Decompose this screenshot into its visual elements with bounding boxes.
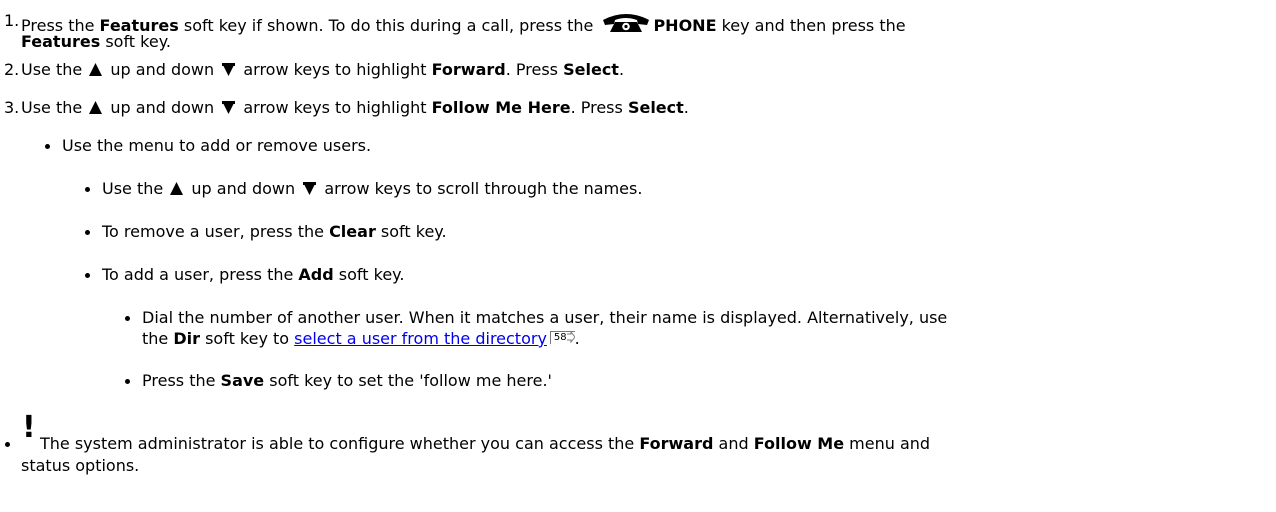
forward-label: Forward [639, 434, 714, 453]
bullet-dot [5, 442, 10, 447]
follow-me-label: Follow Me [753, 434, 845, 453]
note-line-2: status options. [21, 456, 140, 475]
bullet-dot [125, 316, 130, 321]
bullet-dot [85, 230, 90, 235]
save-label: Save [220, 371, 265, 390]
step-number: 3. [4, 98, 20, 117]
bullet-dot [125, 379, 130, 384]
dir-label: Dir [173, 329, 200, 348]
phone-icon [601, 11, 651, 38]
up-arrow-icon [89, 99, 103, 119]
select-label: Select [627, 98, 684, 117]
dial-instruction-line-2: the Dir soft key to select a user from t… [142, 329, 580, 348]
down-arrow-icon [222, 61, 236, 81]
up-arrow-icon [89, 61, 103, 81]
add-instruction: To add a user, press the Add soft key. [102, 265, 405, 284]
document-page: 1. Press the Features soft key if shown.… [0, 0, 1276, 512]
page-ref-arrow-icon [566, 332, 575, 344]
menu-instruction: Use the menu to add or remove users. [62, 136, 372, 155]
features-label: Features [21, 32, 101, 51]
bullet-dot [85, 187, 90, 192]
page-reference[interactable]: 58 [549, 331, 575, 344]
step-number: 2. [4, 60, 20, 79]
note-line-1: The system administrator is able to conf… [40, 434, 931, 453]
forward-label: Forward [431, 60, 506, 79]
down-arrow-icon [303, 180, 317, 200]
step-number: 1. [4, 11, 20, 30]
step-1-line-2: Features soft key. [21, 32, 171, 51]
exclamation-icon: ! [22, 410, 36, 445]
clear-label: Clear [329, 222, 376, 241]
step-3-text: Use the up and down arrow keys to highli… [21, 98, 689, 119]
save-instruction: Press the Save soft key to set the 'foll… [142, 371, 552, 390]
bullet-dot [85, 273, 90, 278]
directory-link[interactable]: select a user from the directory [294, 329, 547, 348]
step-2-text: Use the up and down arrow keys to highli… [21, 60, 625, 81]
remove-instruction: To remove a user, press the Clear soft k… [102, 222, 447, 241]
select-label: Select [563, 60, 619, 79]
scroll-instruction: Use the up and down arrow keys to scroll… [102, 179, 643, 200]
down-arrow-icon [222, 99, 236, 119]
bullet-dot [45, 144, 50, 149]
follow-me-here-label: Follow Me Here [431, 98, 571, 117]
dial-instruction-line-1: Dial the number of another user. When it… [142, 308, 948, 327]
add-label: Add [298, 265, 334, 284]
up-arrow-icon [170, 180, 184, 200]
phone-key-label: PHONE [653, 16, 717, 35]
